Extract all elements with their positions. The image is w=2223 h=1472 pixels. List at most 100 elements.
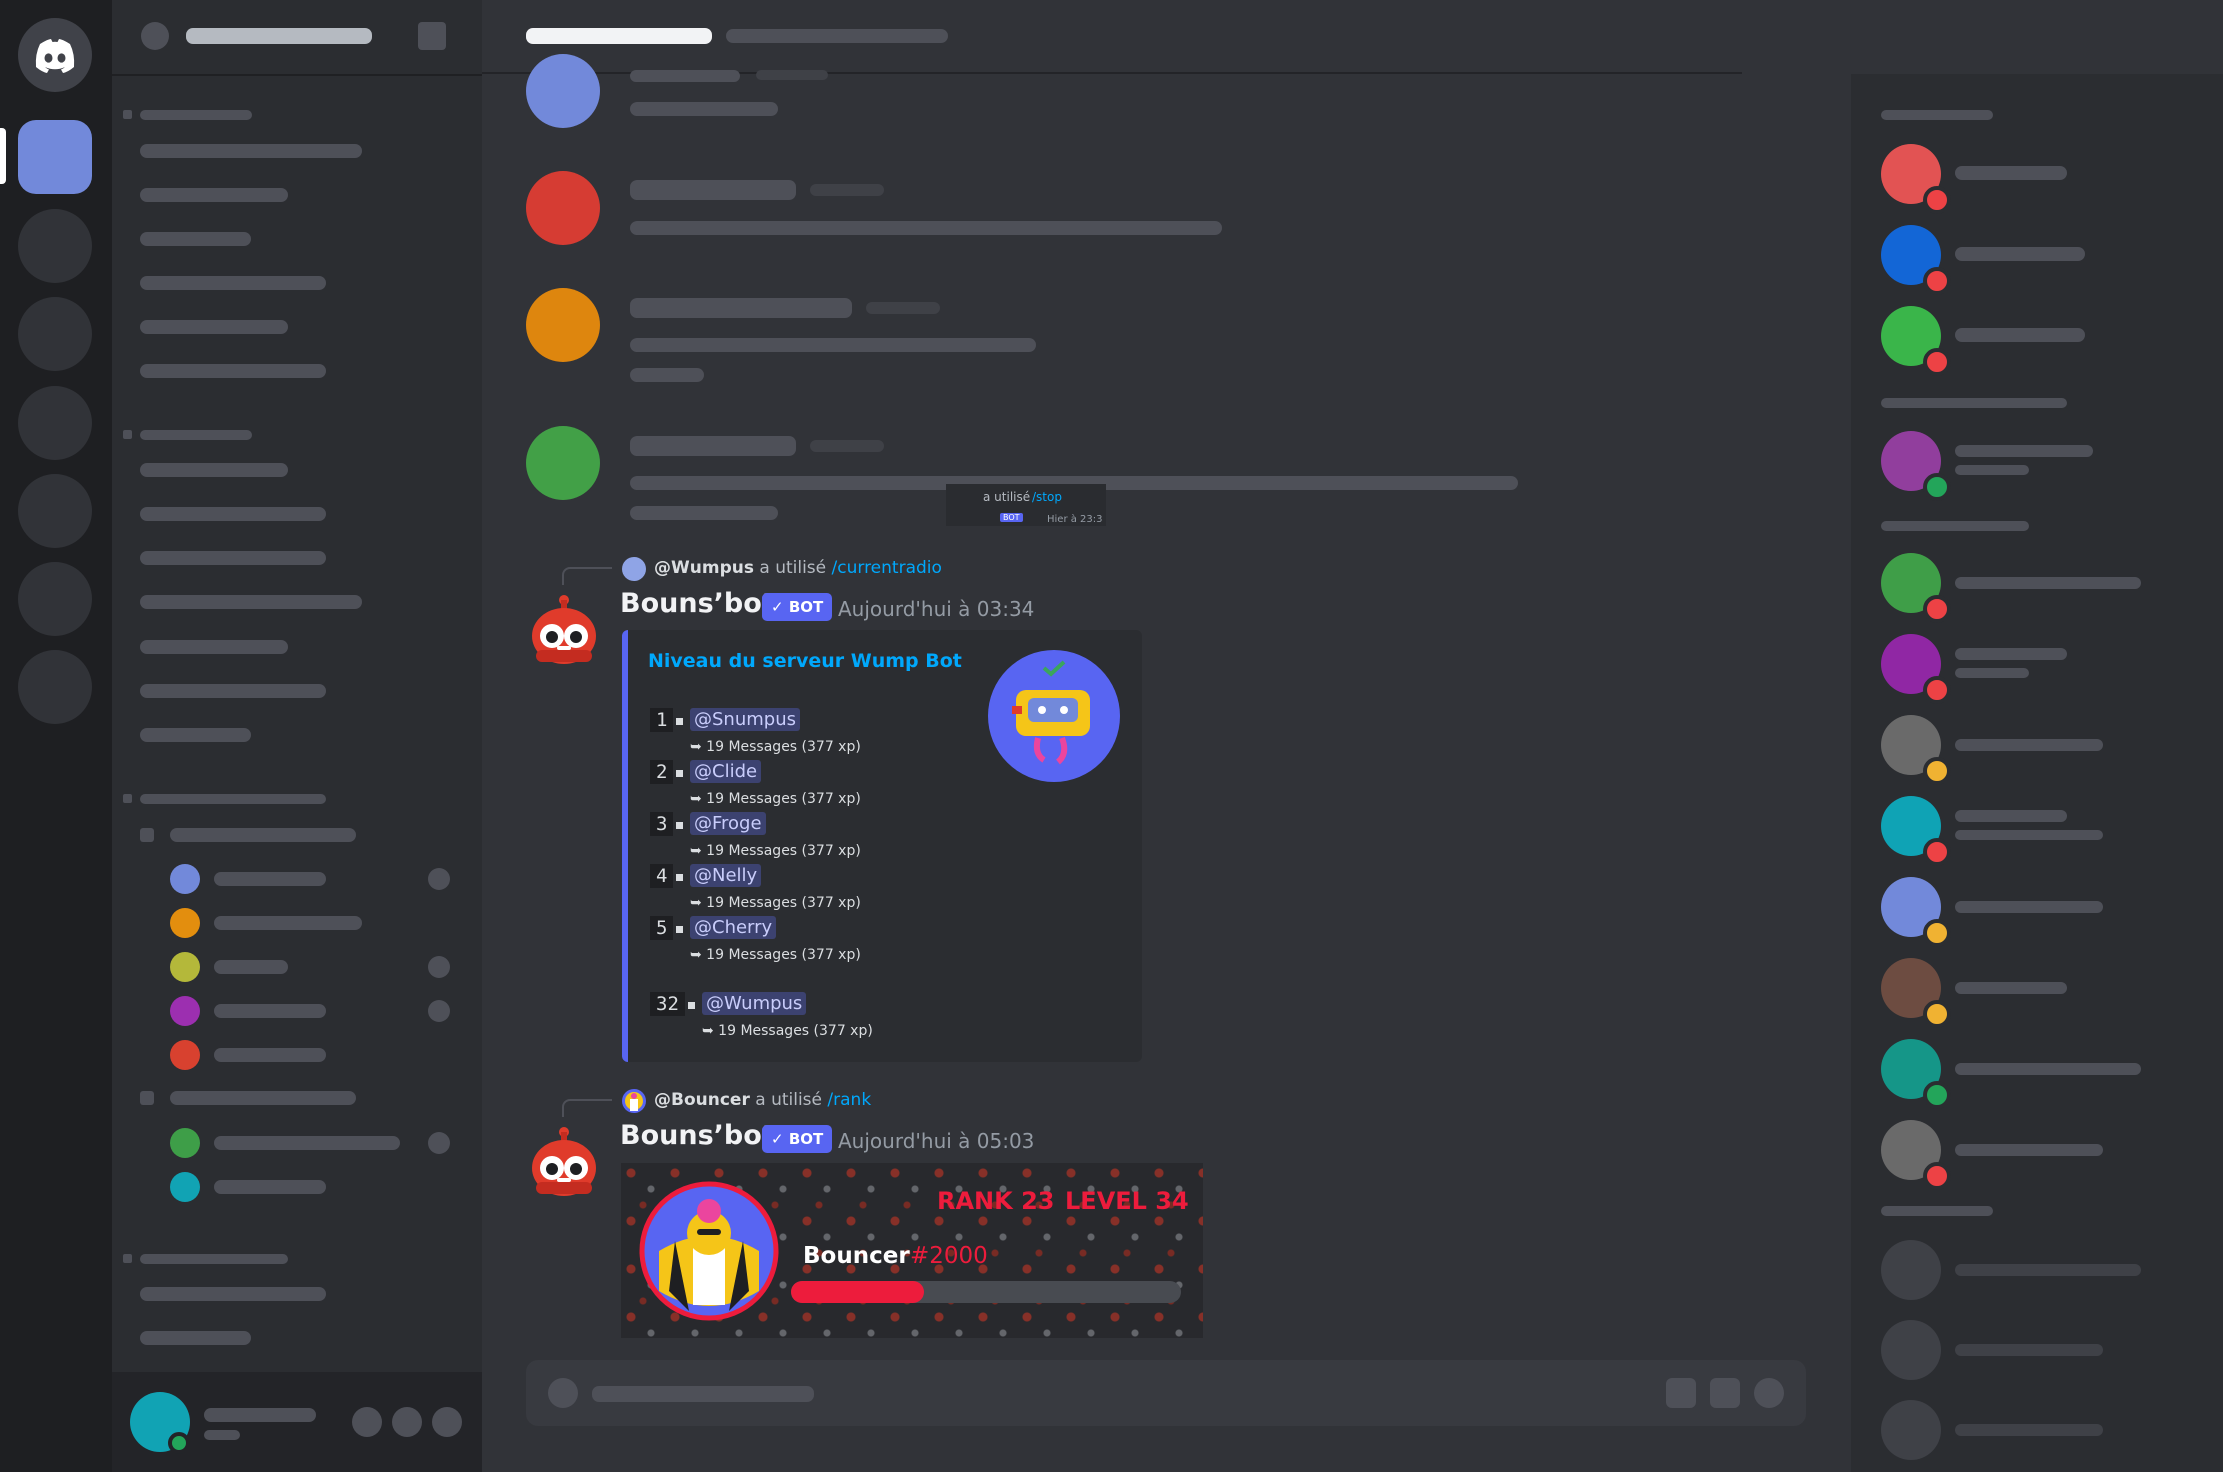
member-name[interactable] xyxy=(1955,648,2067,660)
message-avatar[interactable] xyxy=(526,54,600,128)
voice-user-avatar[interactable] xyxy=(170,1172,200,1202)
reply-user[interactable]: @Wumpus xyxy=(654,558,754,578)
message-avatar[interactable] xyxy=(526,426,600,500)
message-composer[interactable] xyxy=(526,1360,1806,1426)
member-name[interactable] xyxy=(1955,901,2103,913)
member-name[interactable] xyxy=(1955,1144,2103,1156)
offline-member-avatar[interactable] xyxy=(1881,1320,1941,1380)
member-name[interactable] xyxy=(1955,445,2093,457)
channel-item[interactable] xyxy=(140,144,362,158)
server-header[interactable] xyxy=(112,0,482,76)
server-icon[interactable] xyxy=(18,297,92,371)
voice-user-avatar[interactable] xyxy=(170,908,200,938)
member-name[interactable] xyxy=(1955,328,2085,342)
offline-member-avatar[interactable] xyxy=(1881,1400,1941,1460)
channel-item[interactable] xyxy=(140,364,326,378)
reply-command[interactable]: /rank xyxy=(827,1090,871,1110)
offline-member-avatar[interactable] xyxy=(1881,1240,1941,1300)
channel-item[interactable] xyxy=(140,1287,326,1301)
member-name[interactable] xyxy=(1955,577,2141,589)
channel-item[interactable] xyxy=(140,728,251,742)
reply-reference[interactable]: @Bouncer a utilisé /rank xyxy=(654,1090,871,1110)
reply-user[interactable]: @Bouncer xyxy=(654,1090,750,1110)
voice-user-name[interactable] xyxy=(214,1048,326,1062)
voice-user-name[interactable] xyxy=(214,1180,326,1194)
mute-icon[interactable] xyxy=(352,1407,382,1437)
member-name[interactable] xyxy=(1955,1344,2103,1356)
channel-item[interactable] xyxy=(140,320,288,334)
member-name[interactable] xyxy=(1955,1264,2141,1276)
member-name[interactable] xyxy=(1955,810,2067,822)
category-collapse-icon[interactable] xyxy=(123,1254,132,1263)
gift-icon[interactable] xyxy=(1666,1378,1696,1408)
voice-user-avatar[interactable] xyxy=(170,952,200,982)
channel-item[interactable] xyxy=(140,595,362,609)
rank-card[interactable]: RANK 23 LEVEL 34 Bouncer #2000 xyxy=(621,1163,1203,1338)
emoji-icon[interactable] xyxy=(1754,1378,1784,1408)
server-settings-icon[interactable] xyxy=(418,22,446,50)
reply-reference[interactable]: @Wumpus a utilisé /currentradio xyxy=(654,558,942,578)
server-icon[interactable] xyxy=(18,386,92,460)
member-name[interactable] xyxy=(1955,739,2103,751)
home-button[interactable] xyxy=(18,18,92,92)
server-icon[interactable] xyxy=(18,650,92,724)
bot-tag-label: BOT xyxy=(788,1130,824,1148)
server-icon[interactable] xyxy=(18,562,92,636)
voice-user-avatar[interactable] xyxy=(170,1128,200,1158)
voice-user-name[interactable] xyxy=(214,1136,400,1150)
embed-title[interactable]: Niveau du serveur Wump Bot xyxy=(648,650,962,672)
member-name[interactable] xyxy=(1955,1424,2103,1436)
server-icon[interactable] xyxy=(18,209,92,283)
category-collapse-icon[interactable] xyxy=(123,794,132,803)
bot-avatar[interactable] xyxy=(526,594,602,670)
category-header[interactable] xyxy=(140,110,252,120)
channel-item[interactable] xyxy=(140,640,288,654)
user-mention[interactable]: @Froge xyxy=(690,812,766,835)
user-mention[interactable]: @Nelly xyxy=(690,864,762,887)
message-author[interactable]: Bouns’bot xyxy=(620,1120,775,1151)
channel-item[interactable] xyxy=(140,507,326,521)
voice-user-avatar[interactable] xyxy=(170,864,200,894)
server-icon[interactable] xyxy=(18,474,92,548)
voice-user-avatar[interactable] xyxy=(170,996,200,1026)
message-avatar[interactable] xyxy=(526,171,600,245)
channel-item[interactable] xyxy=(140,463,288,477)
user-settings-icon[interactable] xyxy=(432,1407,462,1437)
category-collapse-icon[interactable] xyxy=(123,430,132,439)
user-mention[interactable]: @Clide xyxy=(690,760,762,783)
user-mention[interactable]: @Cherry xyxy=(690,916,777,939)
category-collapse-icon[interactable] xyxy=(123,110,132,119)
bot-avatar[interactable] xyxy=(526,1126,602,1202)
channel-item[interactable] xyxy=(140,276,326,290)
category-header[interactable] xyxy=(140,1254,288,1264)
voice-user-name[interactable] xyxy=(214,916,362,930)
voice-user-name[interactable] xyxy=(214,960,288,974)
member-name[interactable] xyxy=(1955,982,2067,994)
gif-icon[interactable] xyxy=(1710,1378,1740,1408)
member-name[interactable] xyxy=(1955,1063,2141,1075)
category-header[interactable] xyxy=(140,794,326,804)
server-icon-active[interactable] xyxy=(18,120,92,194)
message-avatar[interactable] xyxy=(526,288,600,362)
attach-icon[interactable] xyxy=(548,1378,578,1408)
message-author[interactable]: Bouns’bot xyxy=(620,588,775,619)
channel-item[interactable] xyxy=(140,1331,251,1345)
channel-item[interactable] xyxy=(140,551,326,565)
user-mention[interactable]: @Snumpus xyxy=(690,708,800,731)
channel-item[interactable] xyxy=(140,232,251,246)
channel-item[interactable] xyxy=(140,188,288,202)
user-mention[interactable]: @Wumpus xyxy=(702,992,807,1015)
member-name[interactable] xyxy=(1955,247,2085,261)
reply-avatar[interactable] xyxy=(622,557,646,581)
reply-avatar[interactable] xyxy=(622,1089,646,1113)
voice-channel[interactable] xyxy=(170,828,356,842)
voice-user-name[interactable] xyxy=(214,872,326,886)
voice-user-name[interactable] xyxy=(214,1004,326,1018)
deafen-icon[interactable] xyxy=(392,1407,422,1437)
member-name[interactable] xyxy=(1955,166,2067,180)
reply-command[interactable]: /currentradio xyxy=(832,558,942,578)
category-header[interactable] xyxy=(140,430,252,440)
voice-user-avatar[interactable] xyxy=(170,1040,200,1070)
voice-channel[interactable] xyxy=(170,1091,356,1105)
channel-item[interactable] xyxy=(140,684,326,698)
